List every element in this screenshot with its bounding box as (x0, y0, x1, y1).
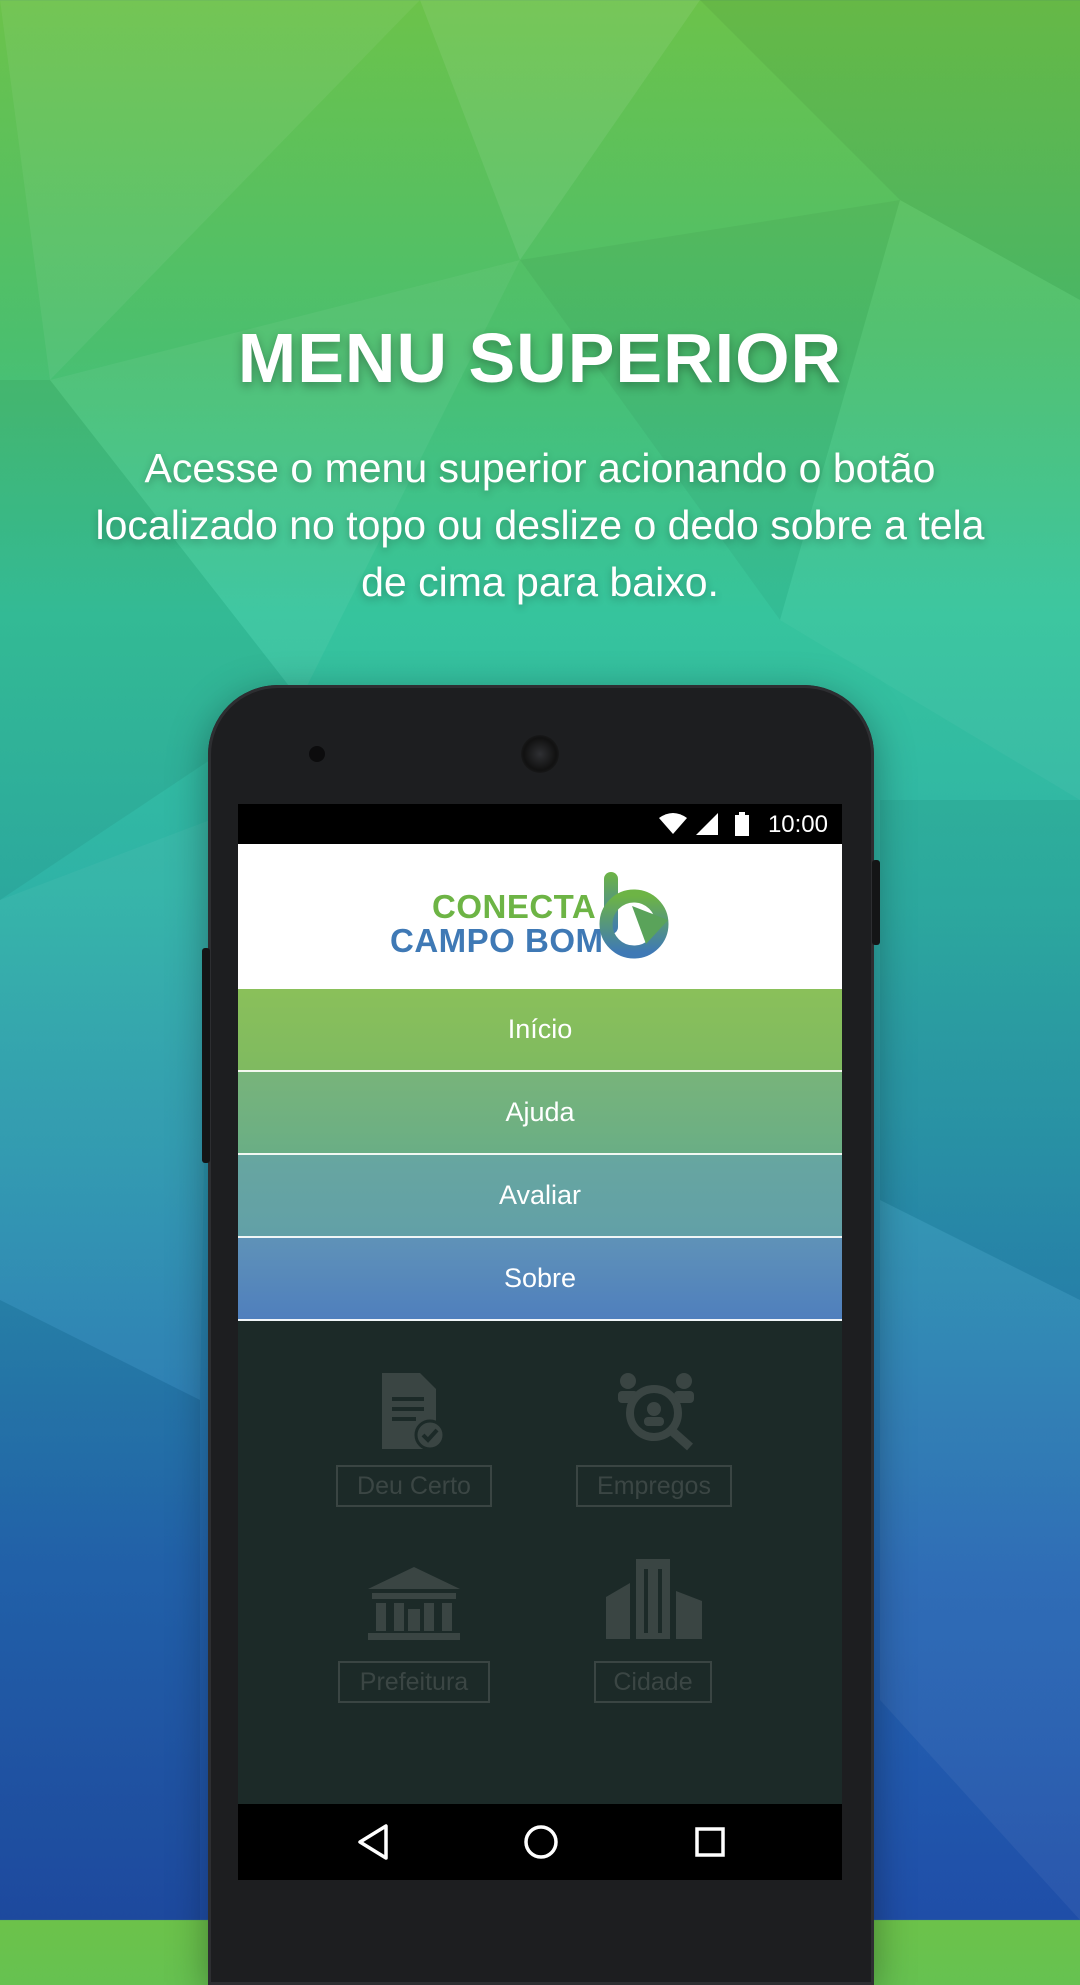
back-icon[interactable] (356, 1822, 390, 1862)
menu-item-sobre[interactable]: Sobre (238, 1238, 842, 1321)
city-buildings-icon (606, 1559, 702, 1639)
android-nav-bar (238, 1804, 842, 1880)
dimmed-home-grid: Deu Certo Empregos Prefeitura Cidade (238, 1321, 842, 1805)
home-icon[interactable] (522, 1822, 560, 1862)
job-search-icon (618, 1373, 694, 1451)
app-header-logo[interactable]: CONECTA CAMPO BOM (238, 844, 842, 989)
battery-icon (735, 812, 749, 836)
phone-volume-button (202, 948, 210, 1163)
tile-deu-certo-button[interactable]: Deu Certo (336, 1465, 492, 1507)
status-time: 10:00 (767, 811, 828, 838)
recents-icon[interactable] (692, 1822, 728, 1862)
front-camera (309, 746, 325, 762)
phone-screen: 10:00 CONECTA CAMPO BOM Início Ajuda Ava… (238, 804, 842, 1880)
logo-text-conecta: CONECTA (432, 888, 597, 925)
phone-power-button (872, 860, 880, 945)
status-bar: 10:00 (238, 804, 842, 844)
city-hall-icon (368, 1567, 460, 1640)
tile-empregos-button[interactable]: Empregos (576, 1465, 732, 1507)
menu-item-ajuda[interactable]: Ajuda (238, 1072, 842, 1155)
earpiece-speaker (521, 735, 559, 773)
cellular-signal-icon (696, 813, 718, 835)
document-check-icon (382, 1373, 446, 1451)
logo-text-campo-bom: CAMPO BOM (390, 922, 604, 959)
wifi-icon (659, 813, 687, 834)
menu-item-inicio[interactable]: Início (238, 989, 842, 1072)
page-subtitle: Acesse o menu superior acionando o botão… (95, 445, 985, 605)
page-title: MENU SUPERIOR (237, 319, 843, 397)
logo-b-mark-icon (599, 872, 669, 959)
tile-cidade-button[interactable]: Cidade (594, 1661, 712, 1703)
menu-item-avaliar[interactable]: Avaliar (238, 1155, 842, 1238)
tile-prefeitura-button[interactable]: Prefeitura (338, 1661, 490, 1703)
